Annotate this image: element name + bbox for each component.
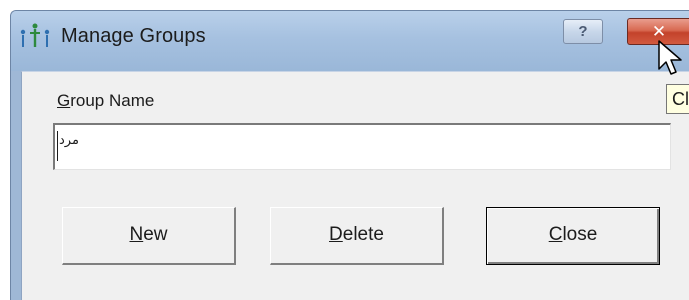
new-button[interactable]: New	[62, 207, 236, 265]
group-name-label-mnemonic: G	[57, 91, 71, 110]
delete-button-label: elete	[342, 224, 384, 245]
close-button-mnemonic: C	[548, 224, 563, 245]
close-button-label: lose	[562, 224, 598, 245]
close-tooltip: Cl	[666, 84, 689, 114]
new-button-mnemonic: N	[129, 224, 144, 245]
help-button[interactable]: ?	[563, 19, 603, 44]
group-name-input[interactable]: مرد	[53, 123, 671, 170]
new-button-label: ew	[143, 224, 168, 245]
dialog-content: Group Name مرد New Delete Close Cl	[21, 71, 689, 300]
group-name-label: Group Name	[57, 91, 154, 111]
group-name-value: مرد	[59, 133, 79, 148]
text-caret	[57, 131, 58, 161]
delete-button-mnemonic: D	[329, 224, 343, 245]
title-bar[interactable]: Manage Groups ? ✕	[11, 11, 689, 71]
window-title: Manage Groups	[61, 25, 206, 47]
dialog-window: Manage Groups ? ✕ Group Name مرد New Del…	[10, 10, 689, 300]
close-button[interactable]: Close	[486, 207, 660, 265]
group-name-label-text: roup Name	[70, 91, 155, 110]
mouse-pointer-icon	[658, 40, 682, 75]
manage-groups-icon	[20, 23, 50, 47]
delete-button[interactable]: Delete	[270, 207, 444, 265]
